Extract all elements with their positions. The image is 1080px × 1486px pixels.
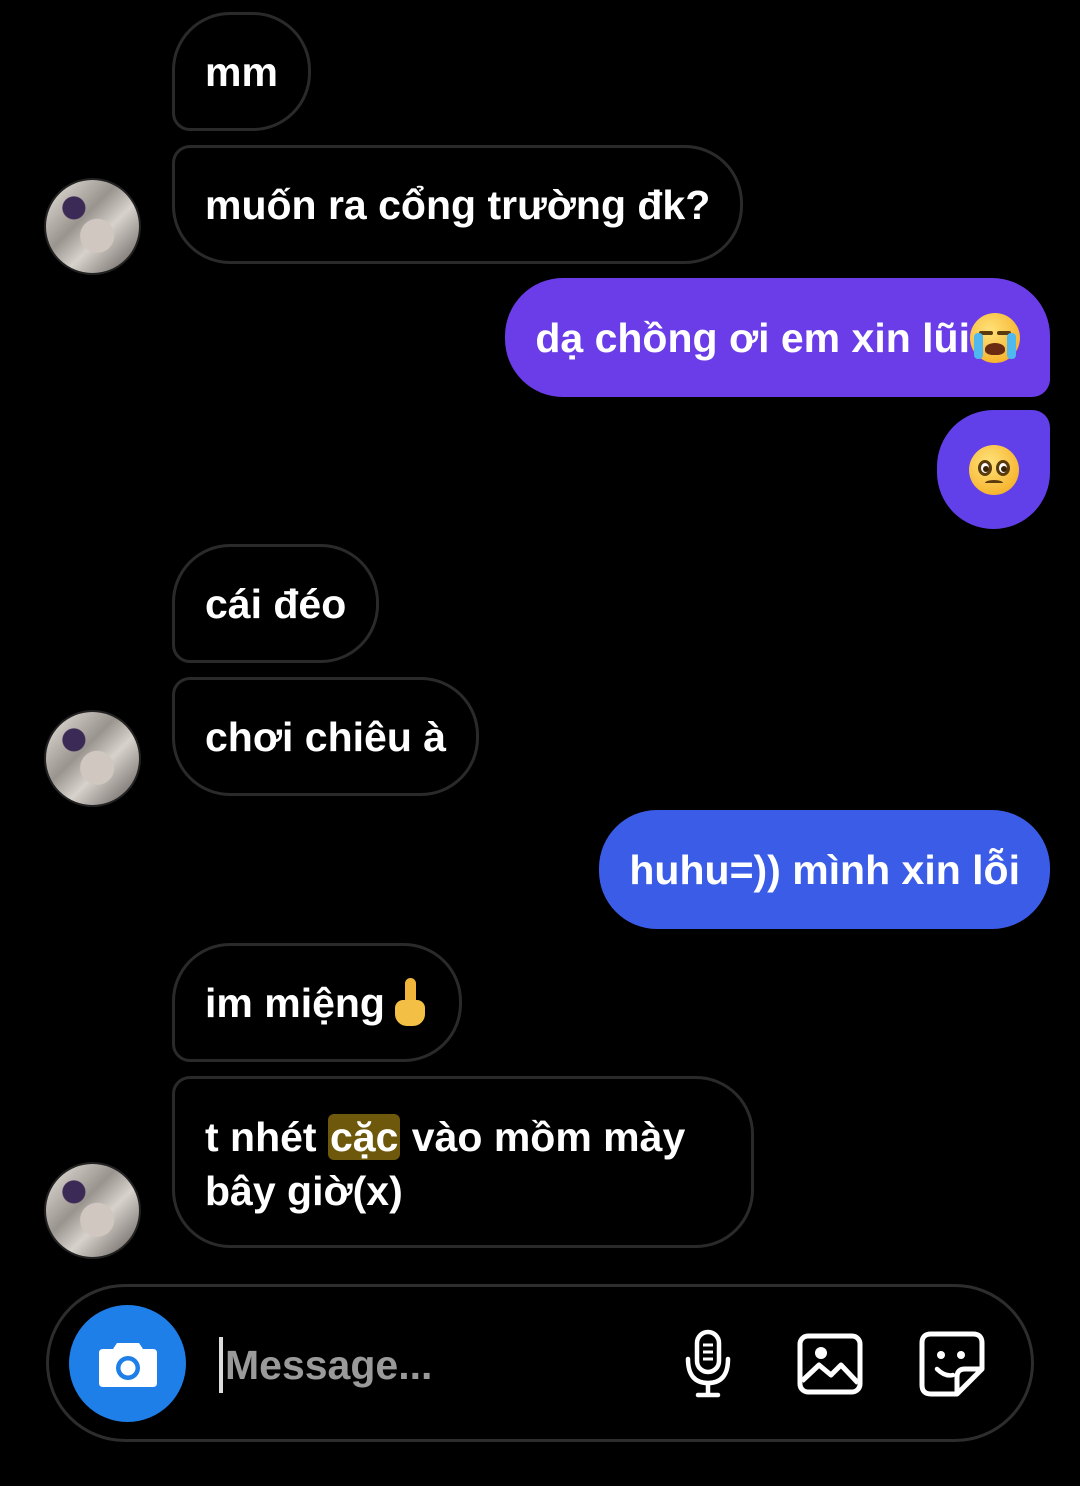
microphone-icon: [685, 1329, 731, 1398]
message-text: cái đéo: [205, 580, 347, 627]
message-bubble-outgoing[interactable]: dạ chồng ơi em xin lũi: [505, 278, 1050, 397]
message-text: muốn ra cổng trường đk?: [205, 181, 711, 228]
message-bubble-incoming[interactable]: mm: [172, 12, 311, 131]
message-bubble-incoming[interactable]: chơi chiêu à: [172, 677, 480, 796]
sender-avatar[interactable]: [44, 710, 141, 807]
message-text: dạ chồng ơi em xin lũi: [535, 314, 970, 361]
pleading-face-emoji: [968, 444, 1019, 495]
gallery-button[interactable]: [795, 1329, 865, 1399]
chat-thread: mm muốn ra cổng trường đk? dạ chồng ơi e…: [0, 0, 1080, 1486]
sender-avatar[interactable]: [44, 1162, 141, 1259]
gallery-icon: [797, 1333, 863, 1395]
microphone-button[interactable]: [673, 1329, 743, 1399]
sticker-icon: [919, 1331, 985, 1397]
message-text: huhu=)) mình xin lỗi: [629, 846, 1020, 893]
camera-button[interactable]: [69, 1305, 186, 1422]
message-bubble-outgoing[interactable]: [937, 410, 1050, 529]
message-bubble-incoming[interactable]: muốn ra cổng trường đk?: [172, 145, 744, 264]
message-text: mm: [205, 48, 278, 95]
message-bubble-incoming[interactable]: im miệng: [172, 943, 462, 1062]
message-bubble-outgoing[interactable]: huhu=)) mình xin lỗi: [599, 810, 1050, 929]
camera-icon: [98, 1342, 157, 1387]
highlighted-word: cặc: [327, 1114, 401, 1160]
message-input[interactable]: [225, 1325, 645, 1405]
middle-finger-emoji: [391, 977, 429, 1028]
loudly-crying-face-emoji: [970, 312, 1020, 363]
message-text-part: t nhét: [205, 1114, 328, 1160]
message-text: t nhét cặc vào mồm mày bây giờ(x): [205, 1110, 721, 1218]
message-bubble-incoming[interactable]: t nhét cặc vào mồm mày bây giờ(x): [172, 1076, 754, 1248]
text-cursor: [219, 1337, 223, 1393]
message-text: im miệng: [205, 979, 385, 1026]
message-text: chơi chiêu à: [205, 713, 447, 760]
message-bubble-incoming[interactable]: cái đéo: [172, 544, 380, 663]
sticker-button[interactable]: [917, 1329, 987, 1399]
message-composer: [46, 1284, 1034, 1442]
sender-avatar[interactable]: [44, 178, 141, 275]
